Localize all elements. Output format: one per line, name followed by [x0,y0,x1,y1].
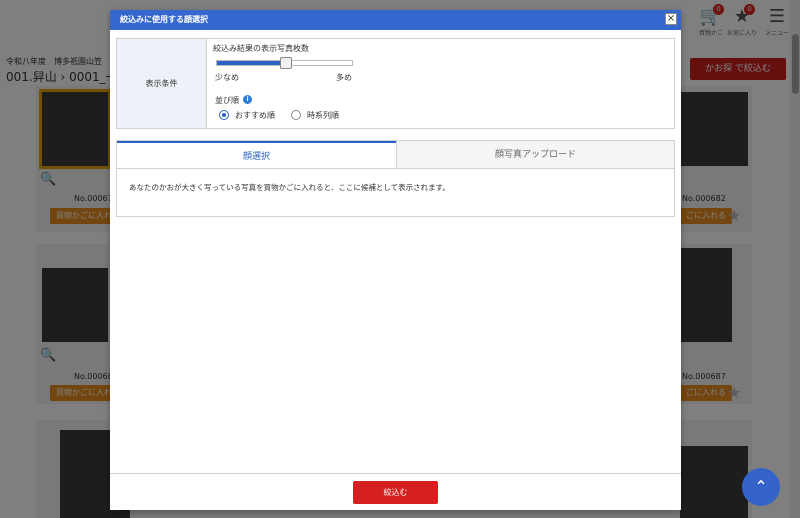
apply-filter-button[interactable]: 絞込む [353,481,438,504]
info-icon[interactable]: i [243,95,252,104]
conditions-label: 表示条件 [117,39,207,128]
tab-face-select[interactable]: 顔選択 [117,141,396,169]
close-icon: × [666,13,676,24]
tab-face-upload[interactable]: 顔写真アップロード [396,141,674,169]
close-button[interactable]: × [665,13,677,25]
slider-max-label: 多め [336,73,352,82]
back-to-top-button[interactable]: ⌃ [742,468,780,506]
slider-handle[interactable] [279,57,292,69]
photo-count-label: 絞込み結果の表示写真枚数 [213,44,309,53]
dialog-title: 絞込みに使用する顔選択 [120,15,208,24]
photo-count-slider[interactable] [216,57,353,69]
sort-chronological-radio[interactable] [291,110,301,120]
dialog-footer: 絞込む [110,473,681,511]
chevron-up-icon: ⌃ [754,477,768,496]
sort-recommended-label[interactable]: おすすめ順 [235,110,275,121]
sort-recommended-radio[interactable] [219,110,229,120]
face-select-message: あなたのかおが大きく写っている写真を買物かごに入れると、ここに候補として表示され… [129,183,450,192]
face-select-dialog: 絞込みに使用する顔選択 × 表示条件 絞込み結果の表示写真枚数 少なめ 多め 並… [110,10,681,510]
sort-chronological-label[interactable]: 時系列順 [307,110,339,121]
sort-order-label: 並び順 [215,96,239,105]
slider-min-label: 少なめ [215,73,239,82]
dialog-header: 絞込みに使用する顔選択 × [110,10,681,30]
display-conditions: 表示条件 絞込み結果の表示写真枚数 少なめ 多め 並び順 i おすすめ順 時系列… [116,38,675,129]
slider-fill [217,61,286,65]
face-tabs: 顔選択 顔写真アップロード あなたのかおが大きく写っている写真を買物かごに入れる… [116,140,675,217]
